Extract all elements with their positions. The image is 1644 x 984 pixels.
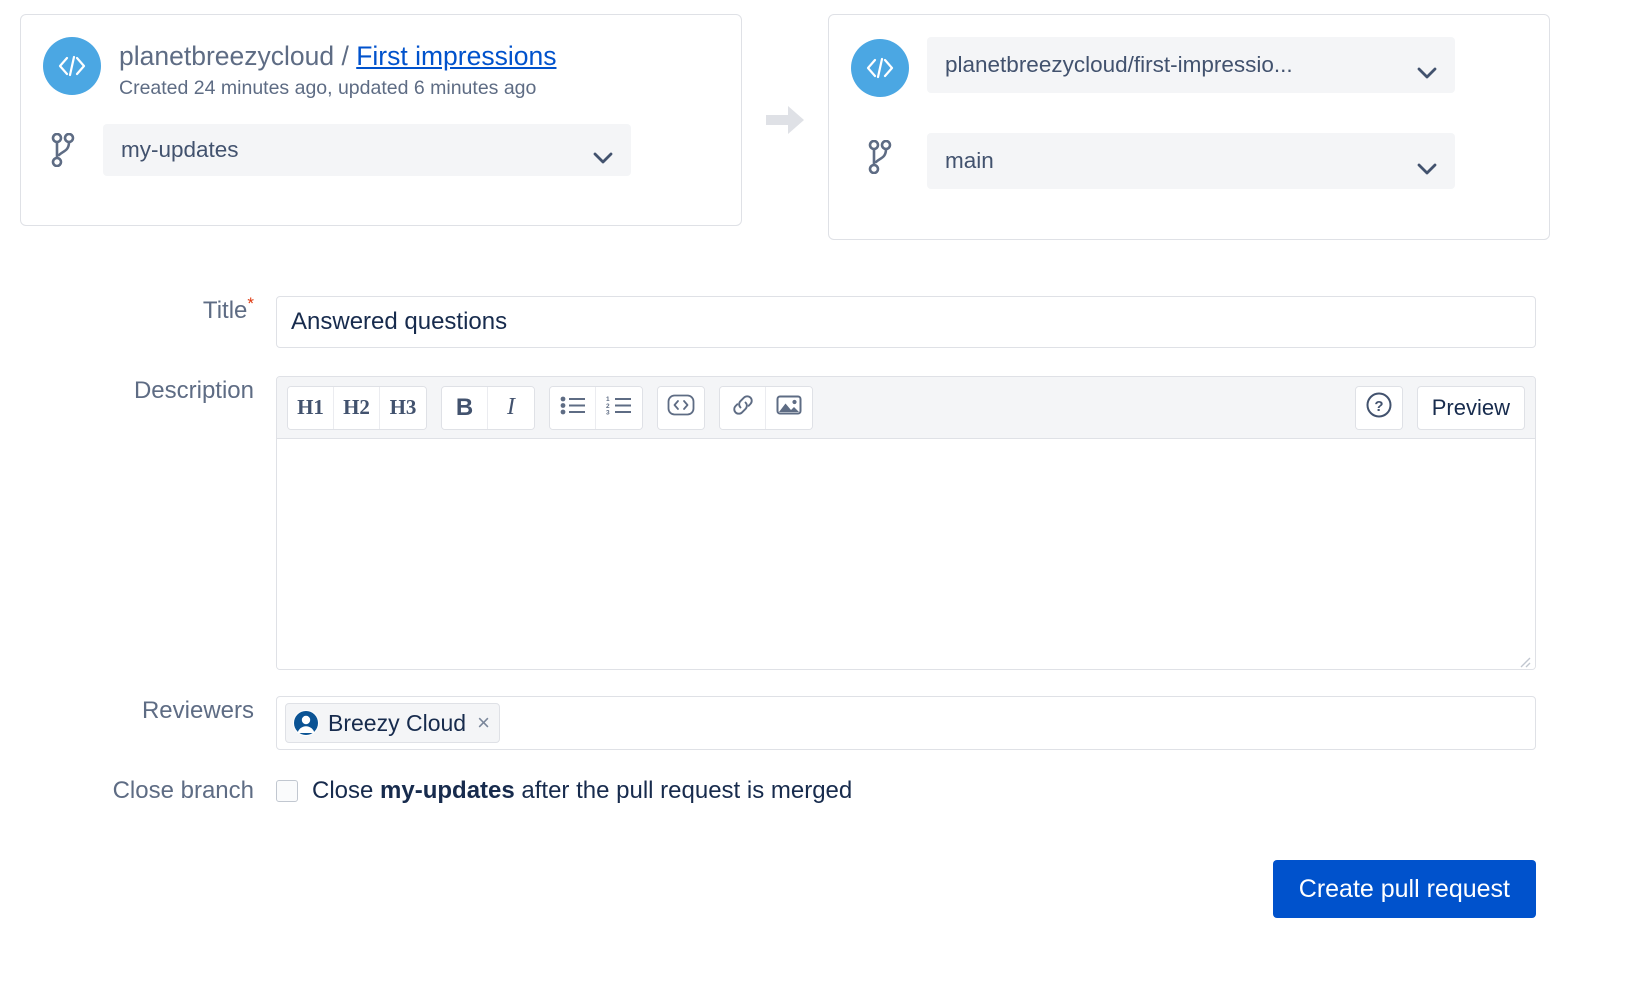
svg-text:3: 3 xyxy=(606,409,610,415)
destination-rows: planetbreezycloud/first-impressio... mai… xyxy=(851,37,1525,189)
description-textarea[interactable] xyxy=(277,439,1535,669)
destination-repo-value: planetbreezycloud/first-impressio... xyxy=(945,52,1403,78)
close-branch-text-after: after the pull request is merged xyxy=(515,777,853,804)
chevron-down-icon xyxy=(1417,155,1437,167)
help-button[interactable]: ? xyxy=(1356,387,1402,429)
editor-toolbar: H1 H2 H3 B I xyxy=(277,377,1535,439)
pull-request-form: Title* Description H1 H2 H3 xyxy=(0,296,1644,806)
title-label: Title* xyxy=(0,296,276,326)
source-repo-separator: / xyxy=(341,41,348,71)
title-input[interactable] xyxy=(276,296,1536,348)
image-button[interactable] xyxy=(766,387,812,429)
source-repo-title: planetbreezycloud / First impressions xyxy=(119,39,556,73)
arrow-right-icon xyxy=(764,103,806,137)
destination-selects: planetbreezycloud/first-impressio... mai… xyxy=(927,37,1525,189)
description-label: Description xyxy=(0,376,276,406)
list-button-group: 1 2 3 xyxy=(549,386,643,430)
reviewer-name: Breezy Cloud xyxy=(328,710,466,737)
close-branch-label: Close branch xyxy=(0,776,276,806)
title-label-text: Title xyxy=(203,297,247,324)
svg-text:1: 1 xyxy=(606,396,610,403)
code-button-group xyxy=(657,386,705,430)
close-branch-checkbox[interactable] xyxy=(276,780,298,802)
h1-button[interactable]: H1 xyxy=(288,387,334,429)
direction-arrow xyxy=(742,14,828,226)
insert-button-group xyxy=(719,386,813,430)
code-icon xyxy=(667,394,695,422)
source-repo-timestamps: Created 24 minutes ago, updated 6 minute… xyxy=(119,74,556,102)
help-button-group: ? xyxy=(1355,386,1403,430)
title-field-wrap xyxy=(276,296,1644,348)
destination-repository-code-icon xyxy=(851,39,909,97)
close-branch-branch-name: my-updates xyxy=(380,777,515,804)
source-repo-link[interactable]: First impressions xyxy=(356,41,556,71)
h3-button[interactable]: H3 xyxy=(380,387,426,429)
description-row: Description H1 H2 H3 B I xyxy=(0,376,1644,670)
numbered-list-icon: 1 2 3 xyxy=(606,395,632,421)
source-repo-owner: planetbreezycloud xyxy=(119,41,334,71)
description-field-wrap: H1 H2 H3 B I xyxy=(276,376,1644,670)
image-icon xyxy=(776,394,802,422)
create-pull-request-page: planetbreezycloud / First impressions Cr… xyxy=(0,0,1644,984)
required-marker: * xyxy=(247,294,254,313)
source-repo-meta: planetbreezycloud / First impressions Cr… xyxy=(119,37,556,102)
bullet-list-icon xyxy=(560,395,586,421)
help-circle-icon: ? xyxy=(1365,391,1393,425)
svg-text:?: ? xyxy=(1374,398,1383,415)
destination-panel: planetbreezycloud/first-impressio... mai… xyxy=(828,14,1550,240)
text-style-button-group: B I xyxy=(441,386,535,430)
link-button[interactable] xyxy=(720,387,766,429)
destination-icons xyxy=(851,37,909,177)
numbered-list-button[interactable]: 1 2 3 xyxy=(596,387,642,429)
source-repo-line: planetbreezycloud / First impressions Cr… xyxy=(43,37,717,102)
bold-button[interactable]: B xyxy=(442,387,488,429)
title-row: Title* xyxy=(0,296,1644,348)
remove-reviewer-icon[interactable]: × xyxy=(477,712,490,734)
reviewers-input[interactable]: Breezy Cloud × xyxy=(276,696,1536,750)
source-branch-line: my-updates xyxy=(43,124,717,176)
heading-button-group: H1 H2 H3 xyxy=(287,386,427,430)
destination-branch-select[interactable]: main xyxy=(927,133,1455,189)
chevron-down-icon xyxy=(593,144,613,156)
reviewer-chip[interactable]: Breezy Cloud × xyxy=(285,703,500,743)
reviewers-field-wrap: Breezy Cloud × xyxy=(276,696,1644,750)
link-icon xyxy=(731,393,755,423)
avatar xyxy=(293,710,319,736)
close-branch-field: Close my-updates after the pull request … xyxy=(276,777,960,805)
bullet-list-button[interactable] xyxy=(550,387,596,429)
reviewers-label: Reviewers xyxy=(0,696,276,726)
repository-code-icon xyxy=(43,37,101,95)
description-editor: H1 H2 H3 B I xyxy=(276,376,1536,670)
source-branch-select[interactable]: my-updates xyxy=(103,124,631,176)
chevron-down-icon xyxy=(1417,59,1437,71)
h2-button[interactable]: H2 xyxy=(334,387,380,429)
branch-selection-row: planetbreezycloud / First impressions Cr… xyxy=(20,14,1624,244)
submit-row: Create pull request xyxy=(1273,860,1536,918)
branch-icon xyxy=(43,130,83,170)
create-pull-request-button[interactable]: Create pull request xyxy=(1273,860,1536,918)
resize-handle[interactable] xyxy=(1515,652,1531,668)
source-branch-value: my-updates xyxy=(121,137,579,163)
close-branch-text-before: Close xyxy=(312,777,380,804)
reviewers-row: Reviewers Breezy Cloud × xyxy=(0,696,1644,750)
italic-button[interactable]: I xyxy=(488,387,534,429)
source-panel: planetbreezycloud / First impressions Cr… xyxy=(20,14,742,226)
code-button[interactable] xyxy=(658,387,704,429)
destination-branch-value: main xyxy=(945,148,1403,174)
close-branch-row: Close branch Close my-updates after the … xyxy=(0,776,1644,806)
destination-branch-icon xyxy=(860,137,900,177)
preview-button[interactable]: Preview xyxy=(1417,386,1525,430)
close-branch-text: Close my-updates after the pull request … xyxy=(312,777,852,805)
destination-repo-select[interactable]: planetbreezycloud/first-impressio... xyxy=(927,37,1455,93)
